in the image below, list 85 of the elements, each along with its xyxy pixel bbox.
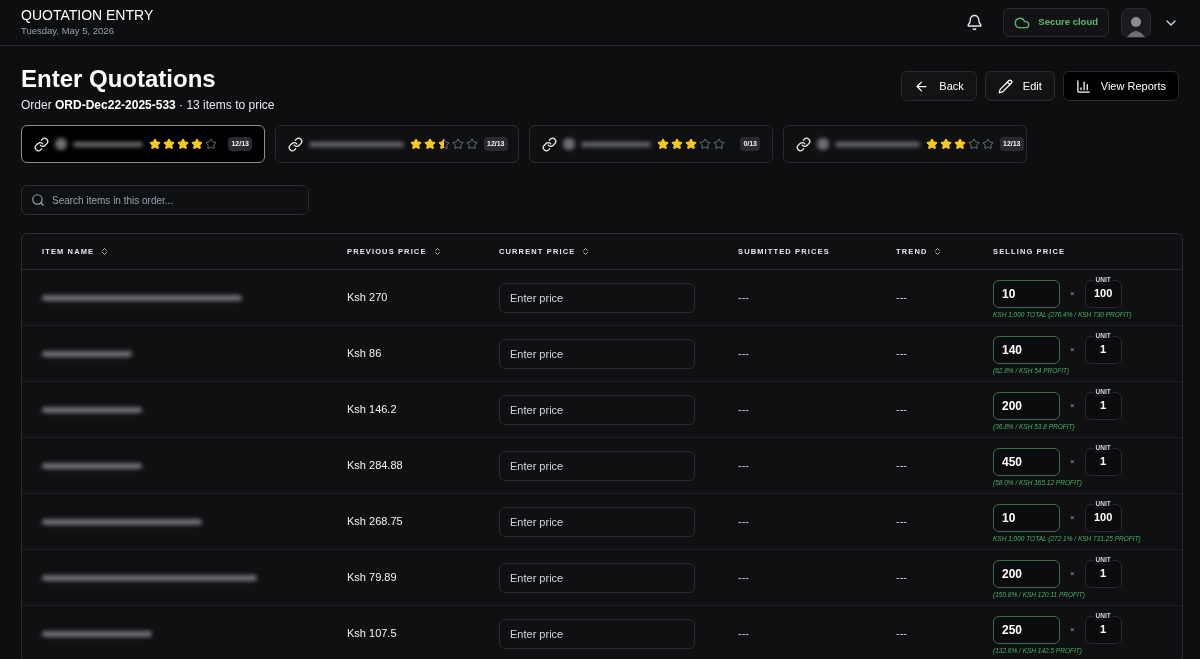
multiply-sign: × — [1070, 567, 1075, 580]
price-input[interactable]: Enter price — [499, 338, 695, 369]
notification-bell-icon[interactable] — [966, 14, 984, 31]
sort-icon — [432, 247, 442, 256]
star-icon — [424, 138, 436, 150]
price-input[interactable]: Enter price — [499, 506, 695, 537]
selling-price-input[interactable]: 450 — [993, 447, 1060, 476]
star-icon — [968, 138, 980, 150]
previous-price: Ksh 268.75 — [347, 514, 404, 530]
star-icon — [954, 138, 966, 150]
edit-button[interactable]: Edit — [984, 71, 1055, 101]
star-icon — [163, 138, 175, 150]
star-icon — [657, 138, 669, 150]
previous-price: Ksh 284.88 — [347, 458, 404, 474]
link-icon — [542, 136, 557, 152]
submitted-prices: --- — [738, 346, 750, 362]
previous-price: Ksh 107.5 — [347, 626, 398, 642]
submitted-prices: --- — [738, 402, 750, 418]
price-input[interactable]: Enter price — [499, 562, 695, 593]
price-input[interactable]: Enter price — [499, 450, 695, 481]
sort-icon — [100, 247, 110, 256]
bar-chart-icon — [1075, 78, 1091, 94]
multiply-sign: × — [1070, 287, 1075, 300]
app-title: QUOTATION ENTRY — [21, 6, 154, 24]
selling-price-input[interactable]: 10 — [993, 279, 1060, 308]
trend-value: --- — [896, 570, 908, 586]
star-icon — [205, 138, 217, 150]
sort-icon — [581, 247, 591, 256]
search-field[interactable]: Search items in this order... — [21, 185, 309, 215]
secure-cloud-badge: Secure cloud — [1003, 8, 1109, 37]
back-button[interactable]: Back — [901, 71, 977, 101]
previous-price: Ksh 270 — [347, 290, 389, 306]
previous-price: Ksh 79.89 — [347, 570, 398, 586]
link-icon — [34, 136, 49, 152]
star-icon — [177, 138, 189, 150]
link-icon — [796, 136, 811, 152]
blurred-supplier-name — [73, 141, 143, 147]
star-icon — [940, 138, 952, 150]
sort-icon — [933, 247, 943, 256]
order-summary: Order ORD-Dec22-2025-533 · 13 items to price — [21, 97, 275, 114]
avatar-button[interactable] — [1121, 7, 1151, 38]
submitted-prices: --- — [738, 570, 750, 586]
previous-price: Ksh 146.2 — [347, 402, 398, 418]
trend-value: --- — [896, 346, 908, 362]
submitted-prices: --- — [738, 458, 750, 474]
trend-value: --- — [896, 514, 908, 530]
selling-price-input[interactable]: 200 — [993, 559, 1060, 588]
selling-price-input[interactable]: 250 — [993, 615, 1060, 644]
pencil-icon — [997, 78, 1013, 94]
link-icon — [288, 136, 303, 152]
star-icon — [191, 138, 203, 150]
submitted-prices: --- — [738, 290, 750, 306]
star-icon — [926, 138, 938, 150]
star-icon — [410, 138, 422, 150]
previous-price: Ksh 86 — [347, 346, 383, 362]
selling-price-input[interactable]: 140 — [993, 335, 1060, 364]
page-title: Enter Quotations — [21, 64, 217, 94]
trend-value: --- — [896, 290, 908, 306]
star-icon — [466, 138, 478, 150]
price-input[interactable]: Enter price — [499, 394, 695, 425]
blurred-supplier-name — [581, 141, 651, 147]
multiply-sign: × — [1070, 399, 1075, 412]
trend-value: --- — [896, 458, 908, 474]
price-input[interactable]: Enter price — [499, 618, 695, 649]
date-label: Tuesday, May 5, 2026 — [21, 23, 115, 38]
reports-button[interactable]: View Reports — [1062, 71, 1179, 101]
submitted-prices: --- — [738, 514, 750, 530]
star-icon — [685, 138, 697, 150]
trend-value: --- — [896, 626, 908, 642]
multiply-sign: × — [1070, 343, 1075, 356]
star-icon — [452, 138, 464, 150]
price-input[interactable]: Enter price — [499, 282, 695, 313]
multiply-sign: × — [1070, 511, 1075, 524]
multiply-sign: × — [1070, 623, 1075, 636]
selling-price-input[interactable]: 200 — [993, 391, 1060, 420]
star-icon — [982, 138, 994, 150]
submitted-prices: --- — [738, 626, 750, 642]
multiply-sign: × — [1070, 455, 1075, 468]
trend-value: --- — [896, 402, 908, 418]
star-icon — [699, 138, 711, 150]
star-icon — [671, 138, 683, 150]
star-icon — [149, 138, 161, 150]
star-icon — [438, 138, 450, 150]
star-icon — [713, 138, 725, 150]
selling-price-input[interactable]: 10 — [993, 503, 1060, 532]
